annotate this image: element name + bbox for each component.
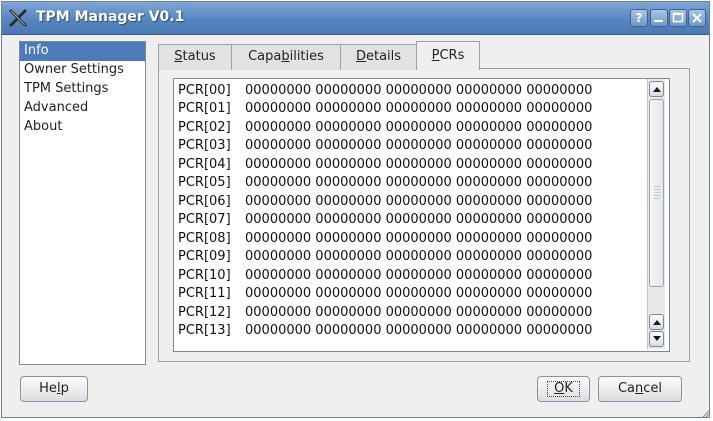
button-label: p bbox=[60, 381, 69, 396]
tab-status[interactable]: Status bbox=[158, 44, 232, 70]
minimize-icon[interactable] bbox=[650, 9, 668, 27]
pcr-row: PCR[08] 00000000 00000000 00000000 000000… bbox=[178, 230, 592, 248]
cancel-button[interactable]: Cancel bbox=[598, 376, 682, 402]
pcr-row: PCR[12] 00000000 00000000 00000000 000000… bbox=[178, 304, 592, 322]
pcr-row: PCR[05] 00000000 00000000 00000000 000000… bbox=[178, 174, 592, 192]
pcr-label: PCR[02] bbox=[178, 120, 231, 135]
pcr-label: PCR[01] bbox=[178, 101, 231, 116]
tab-label: CRs bbox=[439, 48, 465, 63]
pcr-row: PCR[10] 00000000 00000000 00000000 000000… bbox=[178, 267, 592, 285]
pcr-row: PCR[03] 00000000 00000000 00000000 000000… bbox=[178, 137, 592, 155]
tab-capabilities[interactable]: Capabilities bbox=[231, 44, 341, 70]
button-label: O bbox=[554, 381, 565, 396]
arrow-up-icon[interactable] bbox=[649, 81, 664, 97]
pcr-label: PCR[12] bbox=[178, 305, 231, 320]
pcr-label: PCR[13] bbox=[178, 323, 231, 338]
pcr-value: 00000000 00000000 00000000 00000000 0000… bbox=[245, 120, 593, 135]
question-icon[interactable]: ? bbox=[630, 9, 648, 27]
pcr-label: PCR[00] bbox=[178, 83, 231, 98]
title-bar[interactable]: TPM Manager V0.1 ? bbox=[2, 2, 709, 35]
pcr-label: PCR[09] bbox=[178, 249, 231, 264]
pcr-row: PCR[04] 00000000 00000000 00000000 000000… bbox=[178, 156, 592, 174]
pcr-label: PCR[08] bbox=[178, 231, 231, 246]
scrollbar-thumb[interactable] bbox=[649, 99, 664, 287]
pcr-value: 00000000 00000000 00000000 00000000 0000… bbox=[245, 305, 593, 320]
pcr-value: 00000000 00000000 00000000 00000000 0000… bbox=[245, 157, 593, 172]
tab-label: b bbox=[281, 49, 290, 64]
pcr-list[interactable]: PCR[00] 00000000 00000000 00000000 000000… bbox=[173, 78, 670, 352]
sidebar-list: Info Owner Settings TPM Settings Advance… bbox=[19, 41, 146, 365]
sidebar-item-tpm-settings[interactable]: TPM Settings bbox=[20, 80, 145, 99]
sidebar-item-about[interactable]: About bbox=[20, 118, 145, 137]
pcr-row: PCR[07] 00000000 00000000 00000000 000000… bbox=[178, 211, 592, 229]
pcr-label: PCR[06] bbox=[178, 194, 231, 209]
pcr-value: 00000000 00000000 00000000 00000000 0000… bbox=[245, 231, 593, 246]
tab-label: S bbox=[174, 49, 183, 64]
pcr-value: 00000000 00000000 00000000 00000000 0000… bbox=[245, 286, 593, 301]
pcr-label: PCR[05] bbox=[178, 175, 231, 190]
ok-button[interactable]: OK bbox=[537, 376, 590, 402]
tab-label: etails bbox=[365, 49, 402, 64]
pcr-label: PCR[03] bbox=[178, 138, 231, 153]
pcr-value: 00000000 00000000 00000000 00000000 0000… bbox=[245, 212, 593, 227]
button-label: cel bbox=[643, 381, 663, 396]
sidebar-item-owner-settings[interactable]: Owner Settings bbox=[20, 61, 145, 80]
pcr-row: PCR[13] 00000000 00000000 00000000 000000… bbox=[178, 322, 592, 340]
pcr-row: PCR[02] 00000000 00000000 00000000 000000… bbox=[178, 119, 592, 137]
tab-label: tatus bbox=[182, 49, 216, 64]
pcr-value: 00000000 00000000 00000000 00000000 0000… bbox=[245, 101, 593, 116]
tab-details[interactable]: Details bbox=[340, 44, 417, 70]
help-button[interactable]: Help bbox=[20, 376, 88, 402]
pcr-label: PCR[04] bbox=[178, 157, 231, 172]
pcr-row: PCR[11] 00000000 00000000 00000000 000000… bbox=[178, 285, 592, 303]
maximize-icon[interactable] bbox=[669, 9, 687, 27]
tab-label: D bbox=[355, 49, 366, 64]
grip-icon bbox=[654, 186, 660, 200]
tab-label: ilities bbox=[289, 49, 324, 64]
button-label: K bbox=[564, 381, 573, 396]
arrow-down-icon[interactable] bbox=[649, 331, 664, 347]
pcr-row: PCR[00] 00000000 00000000 00000000 000000… bbox=[178, 82, 592, 100]
button-label: He bbox=[39, 381, 57, 396]
pcr-value: 00000000 00000000 00000000 00000000 0000… bbox=[245, 268, 593, 283]
pcr-label: PCR[07] bbox=[178, 212, 231, 227]
focus-rect: OK bbox=[547, 381, 580, 397]
pcr-value: 00000000 00000000 00000000 00000000 0000… bbox=[245, 175, 593, 190]
pcr-row: PCR[01] 00000000 00000000 00000000 000000… bbox=[178, 100, 592, 118]
vertical-scrollbar[interactable] bbox=[647, 79, 665, 349]
pcr-label: PCR[11] bbox=[178, 286, 231, 301]
arrow-up-icon[interactable] bbox=[649, 314, 664, 330]
window-title: TPM Manager V0.1 bbox=[36, 9, 185, 25]
pcr-row: PCR[06] 00000000 00000000 00000000 000000… bbox=[178, 193, 592, 211]
resize-grip-icon[interactable] bbox=[699, 407, 711, 419]
button-label: Ca bbox=[617, 381, 636, 396]
tab-label: Capa bbox=[248, 49, 282, 64]
pcr-value: 00000000 00000000 00000000 00000000 0000… bbox=[245, 83, 593, 98]
tab-pcrs[interactable]: PCRs bbox=[416, 41, 480, 70]
close-icon[interactable] bbox=[688, 9, 706, 27]
pcr-value: 00000000 00000000 00000000 00000000 0000… bbox=[245, 249, 593, 264]
help-button-label: ? bbox=[635, 11, 643, 25]
x-app-icon bbox=[9, 9, 27, 27]
sidebar-item-info[interactable]: Info bbox=[20, 42, 145, 61]
pcr-row: PCR[09] 00000000 00000000 00000000 000000… bbox=[178, 248, 592, 266]
sidebar-item-advanced[interactable]: Advanced bbox=[20, 99, 145, 118]
pcr-value: 00000000 00000000 00000000 00000000 0000… bbox=[245, 138, 593, 153]
pcr-value: 00000000 00000000 00000000 00000000 0000… bbox=[245, 194, 593, 209]
pcr-value: 00000000 00000000 00000000 00000000 0000… bbox=[245, 323, 593, 338]
pcr-label: PCR[10] bbox=[178, 268, 231, 283]
